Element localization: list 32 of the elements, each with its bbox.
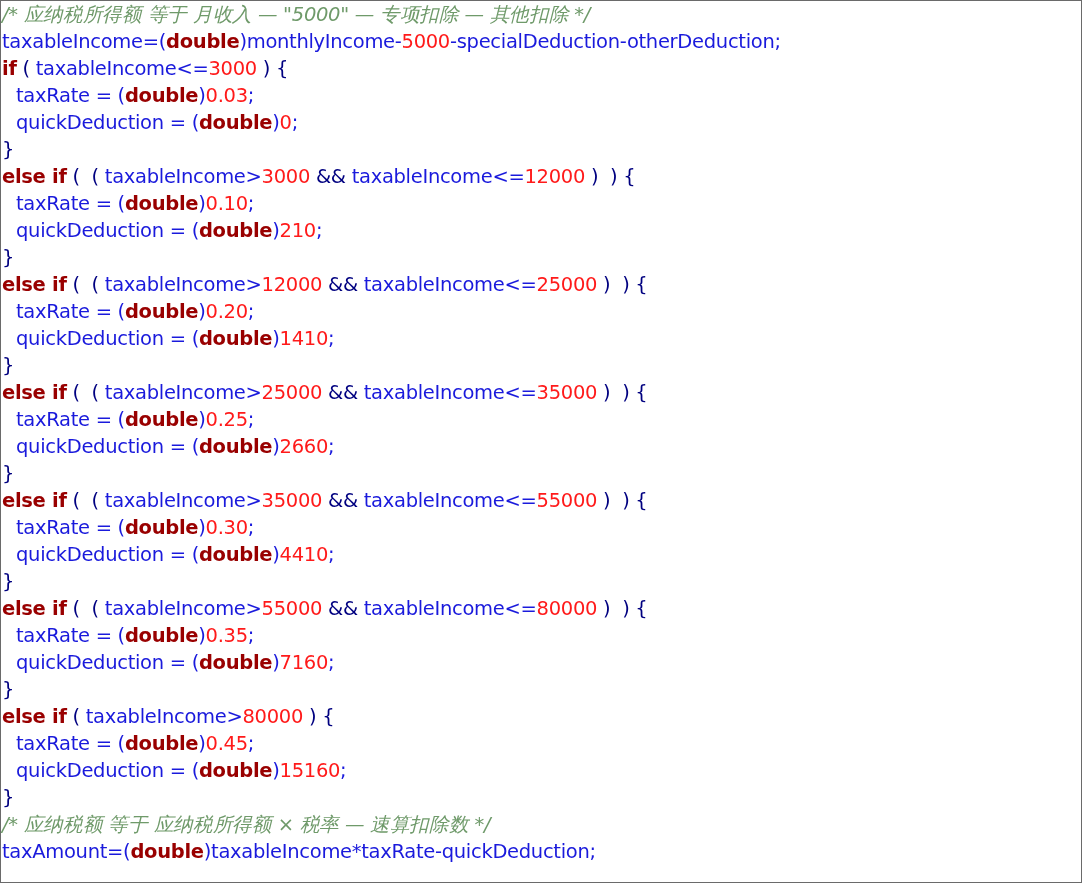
code-line: quickDeduction = (double)2660; <box>15 434 335 460</box>
code-line: taxableIncome=(double)monthlyIncome-5000-specialDeduction-otherDeduction; <box>2 29 781 55</box>
code-line: quickDeduction = (double)15160; <box>15 758 347 784</box>
code-line: else if ( ( taxableIncome>12000 && taxableIncome<=25000 ) ) { <box>2 272 648 298</box>
code-line: else if ( ( taxableIncome>55000 && taxableIncome<=80000 ) ) { <box>2 596 648 622</box>
code-line: } <box>2 245 15 271</box>
code-line: quickDeduction = (double)0; <box>15 110 298 136</box>
code-line: /* 应纳税额 等于 应纳税所得额 × 税率 — 速算扣除数 */ <box>2 812 491 838</box>
code-line: quickDeduction = (double)4410; <box>15 542 335 568</box>
code-line: taxAmount=(double)taxableIncome*taxRate-quickDeduction; <box>2 839 596 865</box>
code-line: quickDeduction = (double)1410; <box>15 326 335 352</box>
code-line: } <box>2 461 15 487</box>
code-line: quickDeduction = (double)210; <box>15 218 323 244</box>
code-line: taxRate = (double)0.03; <box>15 83 255 109</box>
code-line: else if ( ( taxableIncome>35000 && taxableIncome<=55000 ) ) { <box>2 488 648 514</box>
code-line: taxRate = (double)0.20; <box>15 299 255 325</box>
code-line: quickDeduction = (double)7160; <box>15 650 335 676</box>
code-line: /* 应纳税所得额 等于 月收入 — "5000" — 专项扣除 — 其他扣除 */ <box>2 2 591 28</box>
code-line: if ( taxableIncome<=3000 ) { <box>2 56 289 82</box>
code-line: } <box>2 785 15 811</box>
code-line: taxRate = (double)0.25; <box>15 407 255 433</box>
code-line: taxRate = (double)0.30; <box>15 515 255 541</box>
code-line: taxRate = (double)0.45; <box>15 731 255 757</box>
code-line: else if ( ( taxableIncome>25000 && taxableIncome<=35000 ) ) { <box>2 380 648 406</box>
code-line: } <box>2 569 15 595</box>
code-line: } <box>2 353 15 379</box>
code-line: } <box>2 677 15 703</box>
code-line: } <box>2 137 15 163</box>
code-line: taxRate = (double)0.35; <box>15 623 255 649</box>
code-line: taxRate = (double)0.10; <box>15 191 255 217</box>
code-line: else if ( taxableIncome>80000 ) { <box>2 704 335 730</box>
code-line: else if ( ( taxableIncome>3000 && taxableIncome<=12000 ) ) { <box>2 164 636 190</box>
